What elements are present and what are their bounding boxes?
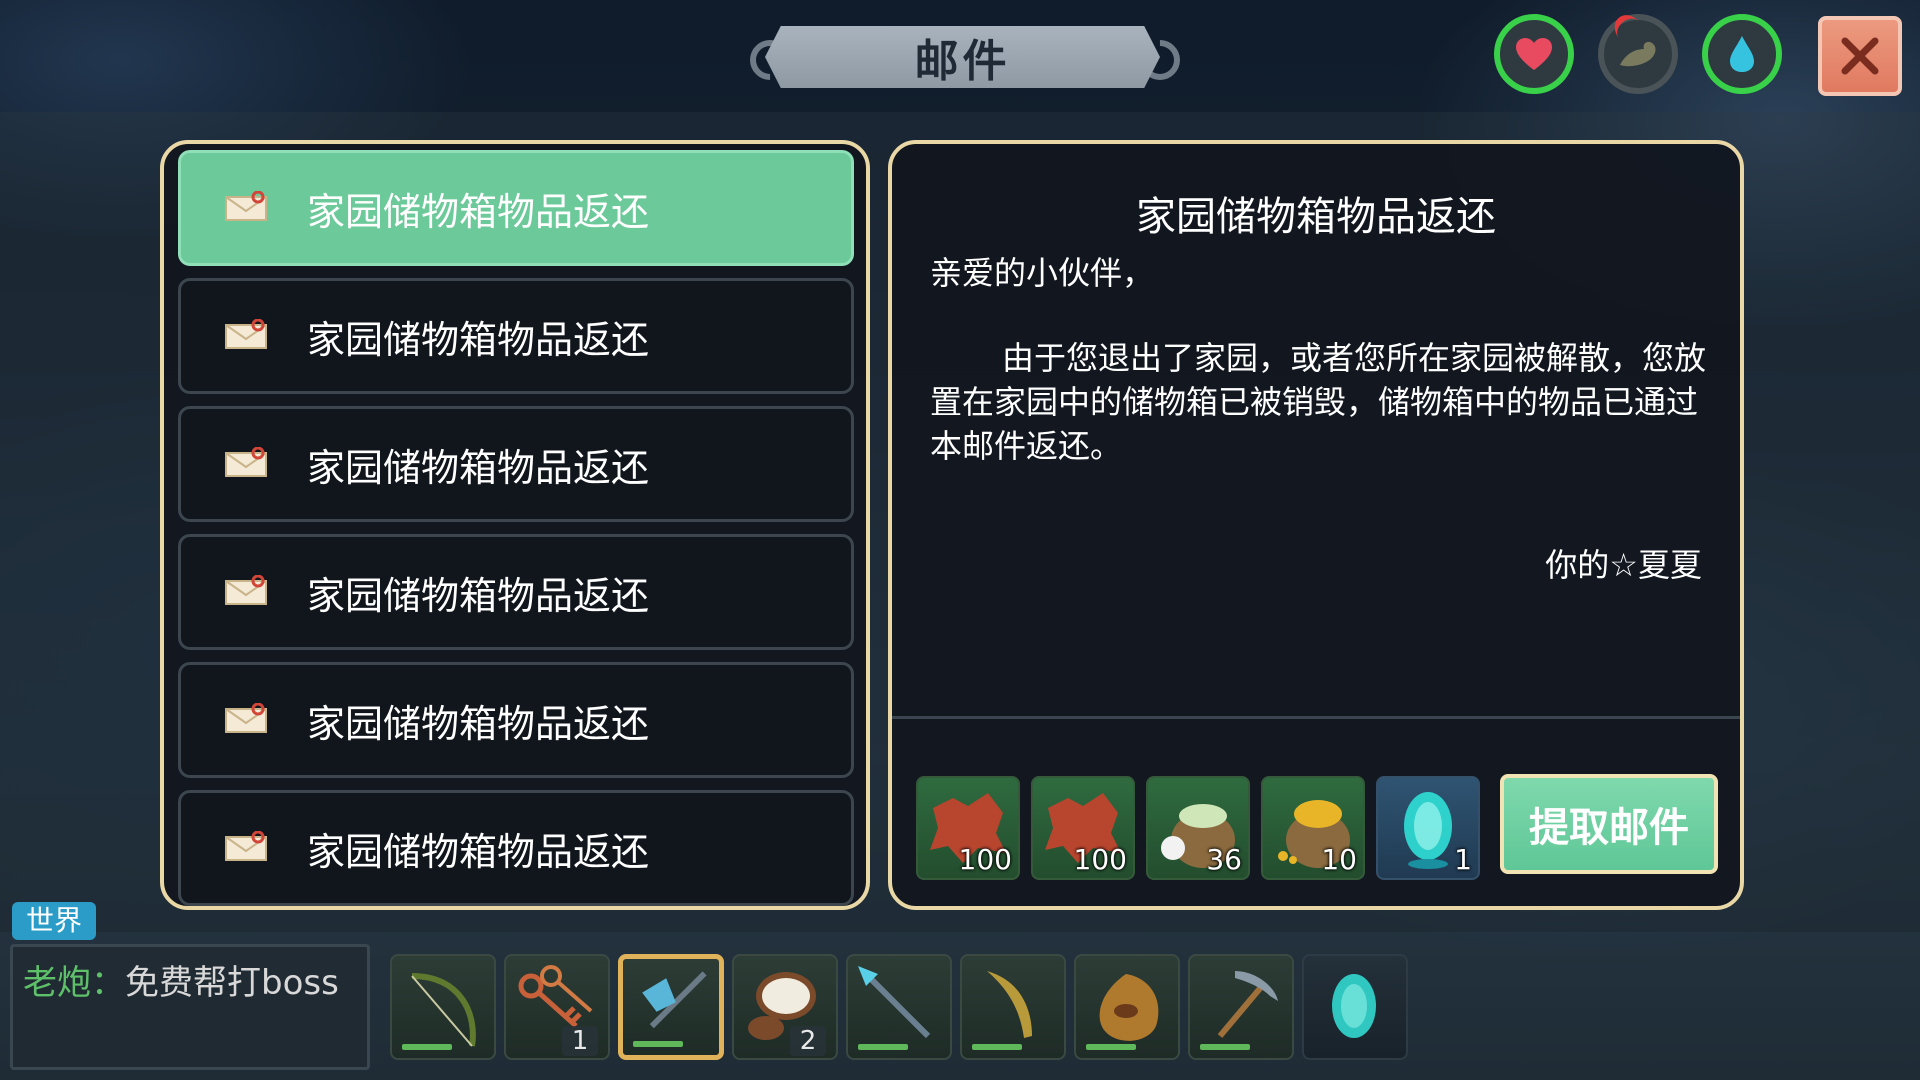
mail-detail-title: 家园储物箱物品返还	[1136, 194, 1496, 240]
durability-bar	[402, 1044, 452, 1050]
hotbar-slot[interactable]: 1	[504, 954, 610, 1060]
envelope-icon	[225, 447, 267, 477]
durability-bar	[1086, 1044, 1136, 1050]
mail-item[interactable]: 家园储物箱物品返还	[178, 150, 854, 266]
chat-text: 免费帮打boss	[125, 963, 339, 1003]
envelope-icon	[225, 703, 267, 733]
close-button[interactable]	[1818, 16, 1902, 96]
hotbar-slot[interactable]	[1302, 954, 1408, 1060]
mail-item[interactable]: 家园储物箱物品返还	[178, 790, 854, 906]
hotbar-slot-selected[interactable]	[618, 954, 724, 1060]
chat-box[interactable]: 老炮：免费帮打boss	[10, 944, 370, 1070]
hotbar-slot[interactable]	[390, 954, 496, 1060]
durability-bar	[972, 1044, 1022, 1050]
slot-qty: 1	[562, 1026, 598, 1056]
window-title-plate: 邮件	[765, 26, 1160, 88]
mail-greeting: 亲爱的小伙伴，	[930, 254, 1155, 292]
thirst-status[interactable]	[1702, 14, 1782, 94]
claim-mail-button[interactable]: 提取邮件	[1500, 774, 1718, 874]
health-status[interactable]	[1494, 14, 1574, 94]
attachment-slot[interactable]: 100	[1031, 776, 1135, 880]
attachment-qty: 100	[958, 843, 1012, 876]
attachment-slot[interactable]: 100	[916, 776, 1020, 880]
chat-channel-tab[interactable]: 世界	[12, 902, 96, 940]
hunger-status[interactable]	[1598, 14, 1678, 94]
attachment-qty: 36	[1206, 843, 1242, 876]
mail-item[interactable]: 家园储物箱物品返还	[178, 534, 854, 650]
mail-item[interactable]: 家园储物箱物品返还	[178, 406, 854, 522]
durability-bar	[633, 1041, 683, 1047]
hotbar-slot[interactable]: 2	[732, 954, 838, 1060]
attachment-qty: 1	[1454, 843, 1472, 876]
mail-item[interactable]: 家园储物箱物品返还	[178, 662, 854, 778]
mail-subject: 家园储物箱物品返还	[307, 189, 650, 234]
envelope-icon	[225, 319, 267, 349]
durability-bar	[1200, 1044, 1250, 1050]
mail-subject: 家园储物箱物品返还	[307, 317, 650, 362]
mail-item[interactable]: 家园储物箱物品返还	[178, 278, 854, 394]
attachment-qty: 10	[1321, 843, 1357, 876]
hunger-icon	[1620, 41, 1656, 67]
attachment-slot[interactable]: 10	[1261, 776, 1365, 880]
crystal-stone-icon	[1332, 974, 1376, 1038]
mail-subject: 家园储物箱物品返还	[307, 573, 650, 618]
bow-icon	[411, 973, 476, 1047]
crystal-spear-icon	[858, 966, 931, 1039]
window-title: 邮件	[914, 36, 1011, 87]
mail-list-panel: 家园储物箱物品返还 家园储物箱物品返还 家园储物箱物品返还 家园储物箱物品返还 …	[160, 140, 870, 910]
divider	[892, 716, 1740, 719]
attachment-qty: 100	[1073, 843, 1127, 876]
mail-signature: 你的☆夏夏	[1545, 546, 1702, 584]
pickaxe-icon	[1217, 971, 1278, 1038]
hotbar-slot[interactable]	[1188, 954, 1294, 1060]
durability-bar	[858, 1044, 908, 1050]
attachment-slot[interactable]: 1	[1376, 776, 1480, 880]
water-drop-icon	[1730, 36, 1754, 72]
chat-message: 老炮：免费帮打boss	[23, 955, 339, 1004]
mail-subject: 家园储物箱物品返还	[307, 829, 650, 874]
mail-subject: 家园储物箱物品返还	[307, 445, 650, 490]
mail-subject: 家园储物箱物品返还	[307, 701, 650, 746]
close-icon	[1841, 37, 1879, 75]
mail-body: 由于您退出了家园，或者您所在家园被解散，您放置在家园中的储物箱已被销毁，储物箱中…	[930, 339, 1707, 465]
hotbar-slot[interactable]	[846, 954, 952, 1060]
envelope-icon	[225, 831, 267, 861]
hotbar-slot[interactable]	[960, 954, 1066, 1060]
attachment-slot[interactable]: 36	[1146, 776, 1250, 880]
curved-blade-icon	[987, 971, 1032, 1038]
hotbar-slot[interactable]	[1074, 954, 1180, 1060]
water-flask-icon	[1099, 974, 1159, 1041]
mail-detail-panel: 家园储物箱物品返还 亲爱的小伙伴， 由于您退出了家园，或者您所在家园被解散，您放…	[888, 140, 1744, 910]
envelope-icon	[225, 191, 267, 221]
heart-icon	[1516, 38, 1552, 70]
slot-qty: 2	[790, 1026, 826, 1056]
chat-username: 老炮：	[23, 963, 125, 1003]
envelope-icon	[225, 575, 267, 605]
